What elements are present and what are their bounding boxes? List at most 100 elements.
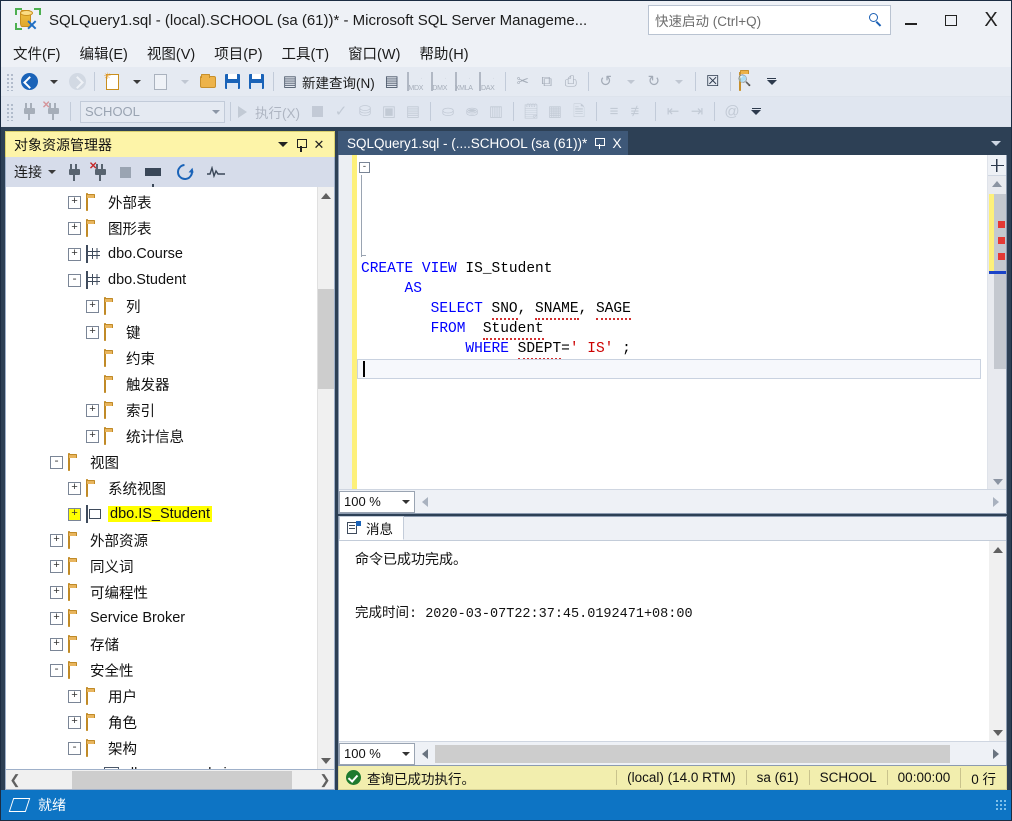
expand-icon[interactable]: + (86, 299, 99, 313)
results-to-grid-icon[interactable]: ▦ (543, 100, 567, 124)
uncomment-icon[interactable]: ≢ (626, 100, 650, 124)
results-to-file-icon[interactable]: 🗎 (567, 100, 591, 124)
expand-icon[interactable]: + (50, 637, 63, 651)
results-to-text-2-icon[interactable]: 🗒 (519, 100, 543, 124)
tab-list-chevron-icon[interactable] (985, 131, 1007, 155)
editor-zoom-combo[interactable]: 100 % (339, 490, 415, 513)
object-explorer-vscrollbar[interactable] (317, 187, 334, 769)
tree-item-21[interactable]: - 架构 (6, 735, 317, 761)
tab-sqlquery1[interactable]: SQLQuery1.sql - (....SCHOOL (sa (61))* X (338, 131, 628, 155)
scroll-right-icon[interactable] (986, 496, 1006, 507)
collapse-icon[interactable]: - (50, 663, 63, 677)
results-to-text-icon[interactable]: ▤ (401, 100, 425, 124)
expand-icon[interactable]: + (50, 611, 63, 625)
xmla-query-icon[interactable]: XMLA (452, 70, 476, 94)
tree-item-10[interactable]: - 视图 (6, 449, 317, 475)
open-file-icon[interactable] (196, 70, 220, 94)
tree-item-14[interactable]: + 同义词 (6, 553, 317, 579)
query-options-icon[interactable]: ▣ (377, 100, 401, 124)
mdx-query-icon[interactable]: MDX (404, 70, 428, 94)
editor-hscroll-track[interactable] (435, 492, 986, 511)
stop-icon[interactable] (120, 166, 131, 178)
expand-icon[interactable]: + (68, 481, 81, 495)
new-project-icon[interactable]: ✳ (100, 70, 124, 94)
pin-icon[interactable] (594, 137, 606, 149)
comment-icon[interactable]: ≡ (602, 100, 626, 124)
copy-icon[interactable]: ⧉ (535, 70, 559, 94)
toolbar-overflow-icon-2[interactable] (744, 100, 768, 124)
scroll-up-icon[interactable] (989, 541, 1006, 558)
menu-file[interactable]: 文件(F) (13, 43, 61, 64)
expand-icon[interactable]: + (50, 559, 63, 573)
code-line[interactable]: AS (357, 279, 987, 299)
disconnect-plug-icon[interactable]: ✕ (89, 161, 108, 181)
refresh-icon[interactable] (173, 160, 197, 184)
navigate-back-dropdown[interactable] (41, 70, 65, 94)
menu-tools[interactable]: 工具(T) (282, 43, 330, 64)
menu-edit[interactable]: 编辑(E) (80, 43, 128, 64)
results-hscrollbar[interactable] (415, 742, 1006, 765)
chevron-down-icon[interactable] (274, 136, 292, 154)
code-line[interactable] (357, 359, 987, 379)
tree-item-2[interactable]: + dbo.Course (6, 241, 317, 267)
expand-icon[interactable]: + (68, 247, 81, 261)
tree-item-13[interactable]: + 外部资源 (6, 527, 317, 553)
cut-icon[interactable]: ✂ (511, 70, 535, 94)
menu-project[interactable]: 项目(P) (214, 43, 262, 64)
code-line[interactable]: CREATE VIEW IS_Student (357, 259, 987, 279)
navigate-back-icon[interactable] (17, 70, 41, 94)
expand-icon[interactable]: + (86, 403, 99, 417)
expand-icon[interactable]: + (50, 585, 63, 599)
connect-plug-icon[interactable] (66, 163, 82, 181)
menu-view[interactable]: 视图(V) (147, 43, 195, 64)
editor-split-icon[interactable] (988, 155, 1006, 176)
new-item-dropdown[interactable] (172, 70, 196, 94)
collapse-icon[interactable]: - (50, 455, 63, 469)
tree-item-6[interactable]: 约束 (6, 345, 317, 371)
toolbar-grip[interactable] (6, 72, 14, 91)
minimize-button[interactable] (891, 1, 931, 39)
quick-launch-input[interactable]: 快速启动 (Ctrl+Q) (648, 5, 891, 35)
results-hscroll-track[interactable] (435, 744, 986, 763)
new-project-dropdown[interactable] (124, 70, 148, 94)
tree-item-1[interactable]: + 图形表 (6, 215, 317, 241)
expand-icon[interactable]: + (68, 221, 81, 235)
scroll-thumb[interactable] (318, 289, 334, 389)
scroll-up-icon[interactable] (988, 176, 1006, 191)
messages-text[interactable]: 命令已成功完成。 完成时间: 2020-03-07T22:37:45.019247… (339, 541, 989, 741)
object-explorer-tree[interactable]: + 外部表 + 图形表 + dbo.Course - dbo.Student + 列 + 键约束 触发器… (6, 187, 317, 769)
connect-dropdown-label[interactable]: 连接 (14, 162, 42, 182)
menu-window[interactable]: 窗口(W) (348, 43, 400, 64)
save-all-icon[interactable] (244, 70, 268, 94)
disconnect-icon[interactable]: ✕ (41, 100, 65, 124)
expand-icon[interactable]: + (68, 689, 81, 703)
sql-code-area[interactable]: - CREATE VIEW IS_Student AS SELECT SNO, … (357, 155, 987, 489)
toggle-icon[interactable]: ☒ (701, 70, 725, 94)
collapse-icon[interactable]: - (68, 273, 81, 287)
menu-help[interactable]: 帮助(H) (419, 43, 468, 64)
expand-icon[interactable]: + (68, 715, 81, 729)
tree-item-0[interactable]: + 外部表 (6, 189, 317, 215)
close-button[interactable]: X (971, 1, 1011, 39)
tree-item-16[interactable]: + Service Broker (6, 605, 317, 631)
decrease-indent-icon[interactable]: ⇤ (661, 100, 685, 124)
hscroll-track[interactable] (24, 770, 316, 789)
editor-scroll-track[interactable] (988, 176, 1006, 489)
scroll-track[interactable] (318, 204, 334, 752)
resize-grip[interactable] (995, 799, 1007, 811)
undo-dropdown[interactable] (618, 70, 642, 94)
activity-monitor-icon[interactable] (207, 166, 225, 178)
scroll-track[interactable] (989, 558, 1006, 724)
new-query-button[interactable]: ▤ 新建查询(N) (279, 70, 380, 94)
editor-hscrollbar[interactable] (415, 490, 1006, 513)
dax-query-icon[interactable]: DAX (476, 70, 500, 94)
dmx-query-icon[interactable]: DMX (428, 70, 452, 94)
scroll-down-icon[interactable] (988, 474, 1006, 489)
database-combo[interactable]: SCHOOL (80, 100, 225, 123)
paste-icon[interactable]: ⎙ (559, 70, 583, 94)
close-icon[interactable]: X (612, 136, 621, 150)
undo-icon[interactable]: ↺ (594, 70, 618, 94)
include-live-stats-icon[interactable]: ⛂ (460, 100, 484, 124)
tree-item-7[interactable]: 触发器 (6, 371, 317, 397)
tree-item-17[interactable]: + 存储 (6, 631, 317, 657)
